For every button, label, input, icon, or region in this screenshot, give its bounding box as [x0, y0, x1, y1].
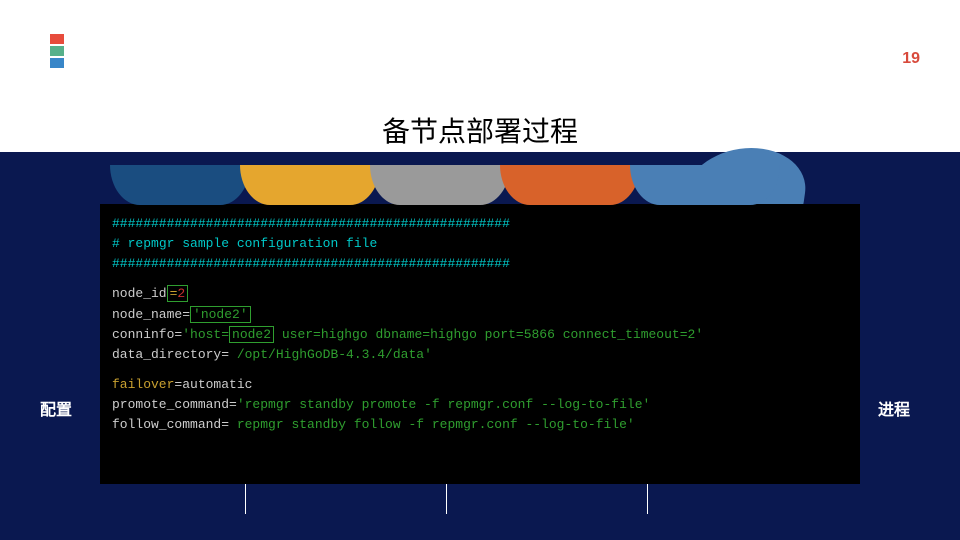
side-label-left: 配置: [40, 396, 72, 420]
tick-icon: [647, 484, 648, 514]
code-line: follow_command= repmgr standby follow -f…: [112, 415, 848, 435]
tab-shapes: [110, 165, 770, 205]
code-line: # repmgr sample configuration file: [112, 234, 848, 254]
code-line: ########################################…: [112, 254, 848, 274]
code-line: ########################################…: [112, 214, 848, 234]
pcc-logo: ▶CC 20 19: [814, 30, 920, 72]
highlight-box: node2: [229, 326, 274, 343]
tab-shape: [370, 165, 510, 205]
bottom-ticks: [130, 484, 648, 514]
terminal-block: ########################################…: [100, 204, 860, 484]
header: Repmgr 简介: [50, 28, 272, 74]
tab-shape: [630, 165, 780, 205]
tick-icon: [446, 484, 447, 514]
code-line: node_id=2: [112, 284, 848, 304]
code-line: promote_command='repmgr standby promote …: [112, 395, 848, 415]
highlight-box: =2: [167, 285, 189, 302]
highlight-box: 'node2': [190, 306, 251, 323]
logo-bars-icon: [50, 34, 64, 68]
tab-shape: [240, 165, 380, 205]
code-line: data_directory= /opt/HighGoDB-4.3.4/data…: [112, 345, 848, 365]
code-line: node_name='node2': [112, 305, 848, 325]
tab-shape: [110, 165, 250, 205]
side-label-right: 进程: [878, 396, 910, 420]
code-line: failover=automatic: [112, 375, 848, 395]
page-title: Repmgr 简介: [78, 28, 272, 74]
pcc-brand: ▶CC: [814, 30, 897, 72]
tick-icon: [245, 484, 246, 514]
pcc-year: 20 19: [902, 35, 920, 67]
subtitle: 备节点部署过程: [0, 110, 960, 150]
code-line: conninfo='host=node2 user=highgo dbname=…: [112, 325, 848, 345]
tab-shape: [500, 165, 640, 205]
